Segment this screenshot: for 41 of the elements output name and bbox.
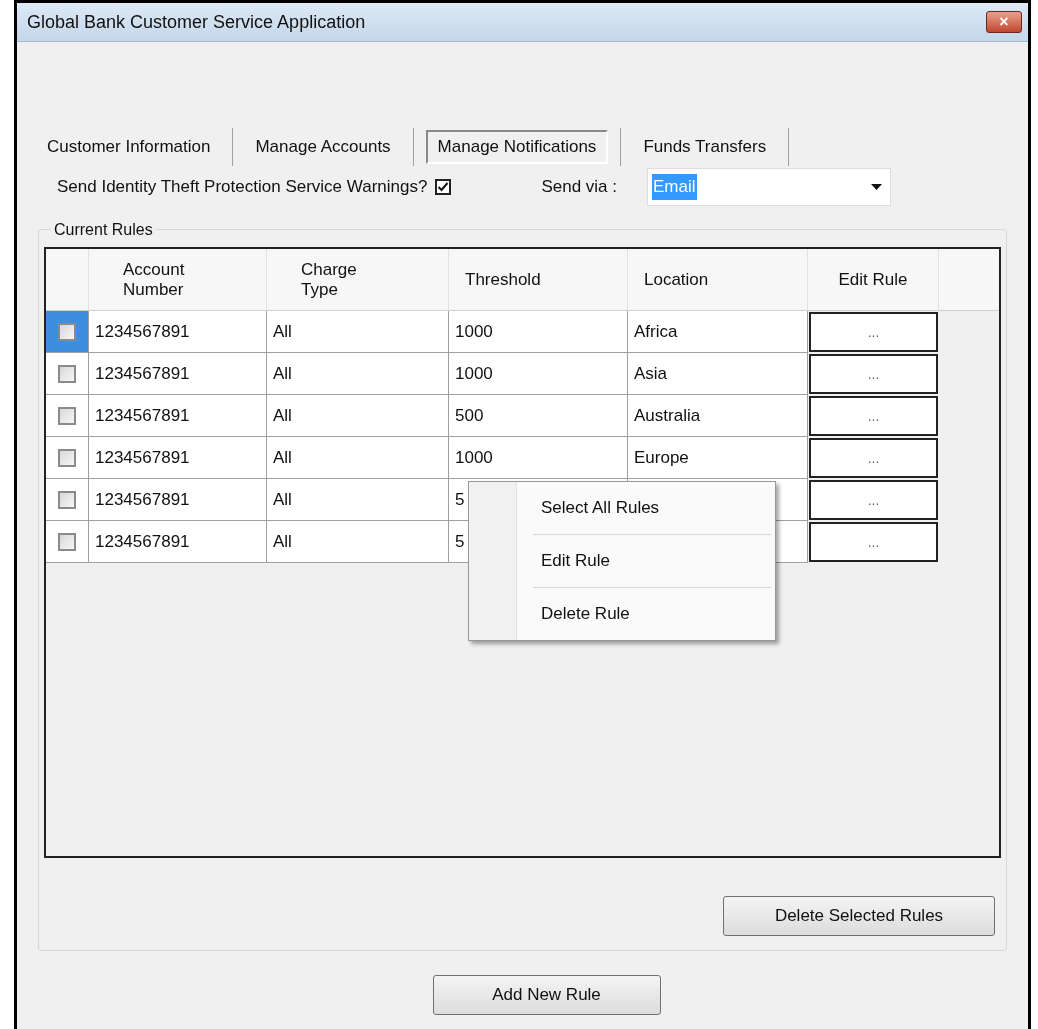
edit-rule-button[interactable]: ... xyxy=(809,312,938,352)
menu-item[interactable]: Delete Rule xyxy=(517,588,771,640)
add-new-rule-button[interactable]: Add New Rule xyxy=(432,975,661,1015)
table-cell: 1234567891 xyxy=(89,521,267,563)
table-cell: Australia xyxy=(628,395,808,437)
edit-rule-button[interactable]: ... xyxy=(809,396,938,436)
edit-rule-button[interactable]: ... xyxy=(809,354,938,394)
warnings-label: Send Identity Theft Protection Service Warnings? xyxy=(57,176,428,199)
table-cell: 1234567891 xyxy=(89,437,267,479)
table-cell: Europe xyxy=(628,437,808,479)
table-cell: All xyxy=(267,395,449,437)
tab[interactable]: Manage Notifications xyxy=(425,130,609,164)
column-header: Account Number xyxy=(123,259,186,300)
table-cell: 500 xyxy=(449,395,628,437)
table-cell: 1234567891 xyxy=(89,395,267,437)
delete-selected-rules-button[interactable]: Delete Selected Rules xyxy=(723,896,995,936)
table-cell: Africa xyxy=(628,311,808,353)
column-header: Location xyxy=(644,269,709,290)
edit-rule-button[interactable]: ... xyxy=(809,480,938,520)
table-cell: Asia xyxy=(628,353,808,395)
column-header: Charge Type xyxy=(301,259,358,300)
table-cell: 1234567891 xyxy=(89,311,267,353)
table-cell: All xyxy=(267,479,449,521)
table-cell: 1234567891 xyxy=(89,479,267,521)
tab[interactable]: Customer Information xyxy=(37,130,221,164)
edit-rule-button[interactable]: ... xyxy=(809,522,938,562)
table-cell: All xyxy=(267,521,449,563)
tab[interactable]: Funds Transfers xyxy=(633,130,777,164)
tab[interactable]: Manage Accounts xyxy=(245,130,401,164)
table-cell: 1000 xyxy=(449,437,628,479)
table-cell: 1234567891 xyxy=(89,353,267,395)
column-header: Edit Rule xyxy=(838,269,908,290)
column-header: Threshold xyxy=(465,269,541,290)
window-title: Global Bank Customer Service Application xyxy=(27,10,366,34)
table-cell: 1000 xyxy=(449,353,628,395)
table-cell: All xyxy=(267,311,449,353)
send-via-label: Send via : xyxy=(541,176,618,199)
table-cell: All xyxy=(267,437,449,479)
table-cell: 1000 xyxy=(449,311,628,353)
edit-rule-button[interactable]: ... xyxy=(809,438,938,478)
table-cell: All xyxy=(267,353,449,395)
